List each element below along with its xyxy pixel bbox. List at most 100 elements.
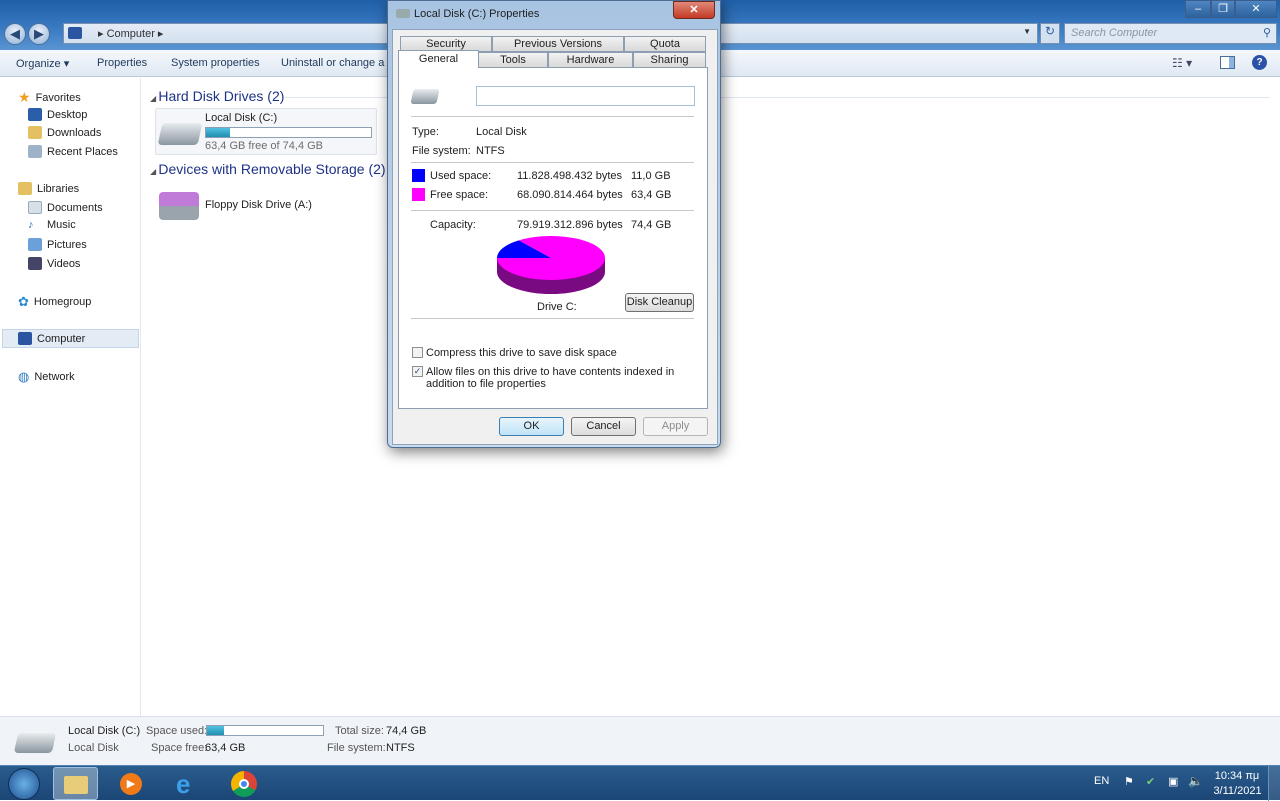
total-size-value: 74,4 GB (386, 725, 427, 737)
free-space-label: Free space: (430, 189, 489, 201)
usb-icon[interactable]: ✔ (1146, 775, 1155, 788)
file-system-label: File system: (327, 742, 386, 754)
taskbar-explorer[interactable] (53, 767, 98, 800)
view-options-icon[interactable]: ☷ ▾ (1172, 56, 1192, 70)
used-space-swatch (412, 169, 425, 182)
drive-name: Local Disk (C:) (205, 112, 278, 124)
nav-libraries[interactable]: Libraries (18, 182, 79, 195)
index-checkbox[interactable]: ✓ (412, 366, 423, 377)
back-button[interactable]: ◀ (4, 23, 26, 45)
tab-general[interactable]: General (398, 50, 479, 68)
chevron-down-icon[interactable]: ▼ (1023, 27, 1031, 36)
hard-drive-icon (157, 123, 203, 145)
compress-checkbox[interactable] (412, 347, 423, 358)
nav-desktop[interactable]: Desktop (28, 108, 87, 121)
tab-sharing[interactable]: Sharing (633, 52, 706, 68)
forward-button[interactable]: ▶ (28, 23, 50, 45)
network-tray-icon[interactable]: ▣ (1168, 775, 1178, 788)
tab-quota[interactable]: Quota (624, 36, 706, 52)
nav-recent-places[interactable]: Recent Places (28, 145, 118, 158)
nav-network[interactable]: ◍ Network (18, 369, 75, 385)
file-system-label: File system: (412, 145, 471, 157)
refresh-button[interactable]: ↻ (1040, 23, 1060, 44)
cancel-button[interactable]: Cancel (571, 417, 636, 436)
tab-previous-versions[interactable]: Previous Versions (492, 36, 624, 52)
used-space-bytes: 11.828.498.432 bytes (517, 170, 622, 182)
drive-floppy-a[interactable]: Floppy Disk Drive (A:) (155, 188, 377, 224)
separator (411, 318, 694, 319)
maximize-button[interactable]: ❐ (1211, 0, 1235, 18)
disk-cleanup-button[interactable]: Disk Cleanup (625, 293, 694, 312)
breadcrumb-sep: ▸ (98, 28, 107, 40)
nav-videos[interactable]: Videos (28, 257, 80, 270)
search-input[interactable]: Search Computer ⚲ (1064, 23, 1277, 44)
tab-panel-general: Type: Local Disk File system: NTFS Used … (398, 67, 708, 409)
search-icon: ⚲ (1262, 27, 1271, 39)
details-name: Local Disk (C:) (68, 725, 141, 737)
capacity-bytes: 79.919.312.896 bytes (517, 219, 623, 231)
breadcrumb-computer[interactable]: Computer (107, 28, 155, 40)
used-space-gb: 11,0 GB (631, 170, 671, 182)
index-label[interactable]: Allow files on this drive to have conten… (426, 366, 696, 390)
dialog-title: Local Disk (C:) Properties (414, 8, 540, 20)
show-desktop-button[interactable] (1268, 766, 1280, 801)
start-button[interactable] (8, 768, 40, 800)
pictures-icon (28, 238, 42, 251)
close-button[interactable]: ✕ (1235, 0, 1277, 18)
action-center-icon[interactable]: ⚑ (1124, 775, 1134, 788)
internet-explorer-icon[interactable]: e (176, 770, 190, 798)
volume-icon[interactable]: 🔈 (1188, 774, 1203, 788)
desktop-icon (28, 108, 42, 121)
properties-dialog: Local Disk (C:) Properties ✕ Security Pr… (387, 0, 721, 448)
clock-time[interactable]: 10:34 πμ (1212, 770, 1262, 782)
preview-pane-icon[interactable] (1220, 56, 1235, 69)
nav-computer[interactable]: Computer (2, 329, 139, 348)
ok-button[interactable]: OK (499, 417, 564, 436)
navigation-pane: ★ Favorites Desktop Downloads Recent Plac… (0, 78, 141, 716)
properties-button[interactable]: Properties (97, 57, 147, 69)
folder-icon (64, 776, 88, 794)
file-system-value: NTFS (476, 145, 505, 157)
computer-icon (18, 332, 32, 345)
taskbar: ▶ e EN ⚑ ✔ ▣ 🔈 10:34 πμ 3/11/2021 (0, 765, 1280, 801)
space-free-value: 63,4 GB (205, 742, 246, 754)
drive-usage-bar (205, 127, 372, 138)
network-icon: ◍ (18, 369, 30, 384)
nav-music[interactable]: ♪ Music (28, 219, 76, 231)
details-pane: Local Disk (C:) Local Disk Space used: S… (0, 716, 1280, 765)
system-properties-button[interactable]: System properties (171, 57, 260, 69)
downloads-icon (28, 126, 42, 139)
compress-label[interactable]: Compress this drive to save disk space (426, 347, 617, 359)
drive-free-text: 63,4 GB free of 74,4 GB (205, 140, 324, 152)
nav-favorites[interactable]: ★ Favorites (18, 89, 81, 106)
drive-local-disk-c[interactable]: Local Disk (C:) 63,4 GB free of 74,4 GB (155, 108, 377, 155)
capacity-label: Capacity: (430, 219, 476, 231)
free-space-bytes: 68.090.814.464 bytes (517, 189, 623, 201)
space-free-label: Space free: (151, 742, 208, 754)
help-icon[interactable]: ? (1252, 55, 1267, 70)
nav-downloads[interactable]: Downloads (28, 126, 101, 139)
tab-tools[interactable]: Tools (478, 52, 548, 68)
dialog-close-button[interactable]: ✕ (673, 1, 715, 19)
videos-icon (28, 257, 42, 270)
details-type: Local Disk (68, 742, 119, 754)
documents-icon (28, 201, 42, 214)
nav-documents[interactable]: Documents (28, 201, 103, 214)
drive-name: Floppy Disk Drive (A:) (205, 199, 312, 211)
organize-button[interactable]: Organize ▾ (16, 57, 69, 70)
type-label: Type: (412, 126, 439, 138)
minimize-button[interactable]: – (1185, 0, 1211, 18)
chrome-icon[interactable] (231, 771, 257, 797)
libraries-icon (18, 182, 32, 195)
clock-date[interactable]: 3/11/2021 (1210, 785, 1265, 797)
volume-label-input[interactable] (476, 86, 695, 106)
apply-button[interactable]: Apply (643, 417, 708, 436)
space-used-label: Space used: (146, 725, 208, 737)
nav-pictures[interactable]: Pictures (28, 238, 87, 251)
media-player-icon[interactable]: ▶ (120, 773, 142, 795)
nav-homegroup[interactable]: ✿ Homegroup (18, 294, 91, 310)
file-system-value: NTFS (386, 742, 415, 754)
language-indicator[interactable]: EN (1094, 775, 1109, 787)
tab-hardware[interactable]: Hardware (548, 52, 633, 68)
computer-icon (68, 27, 82, 39)
